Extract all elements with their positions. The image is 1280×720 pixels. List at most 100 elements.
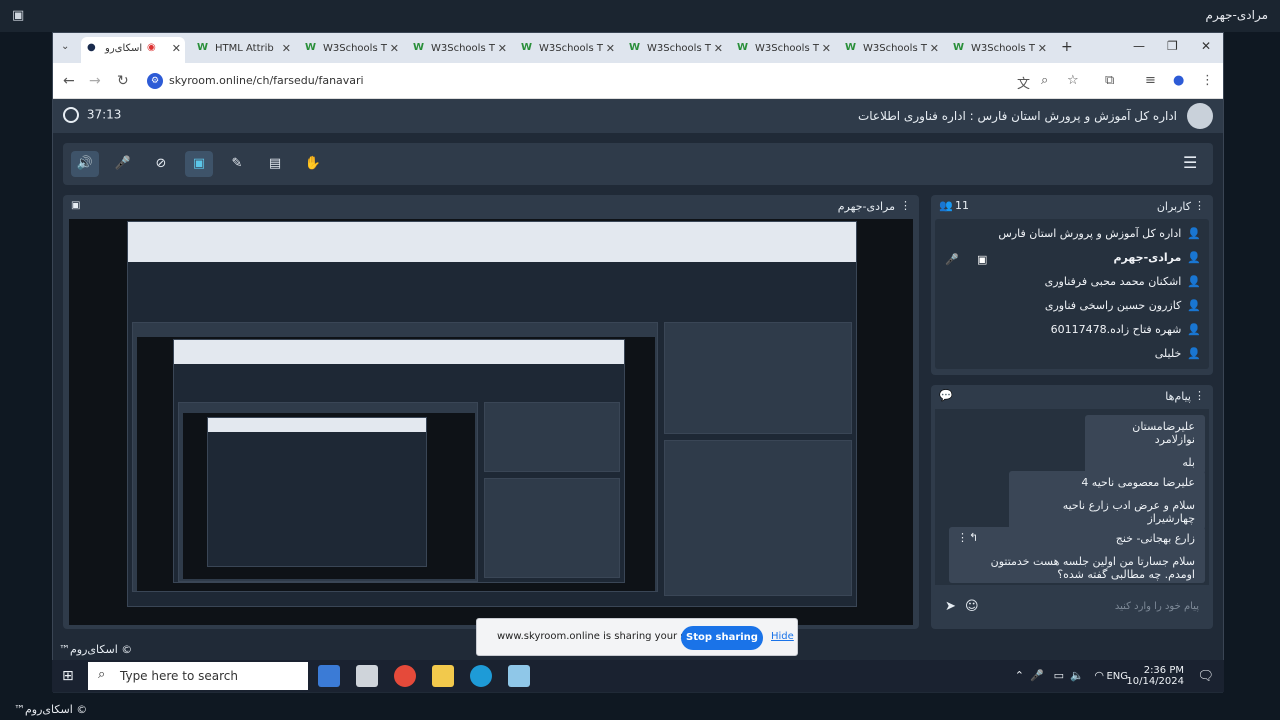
skyroom-app: 37:13 اداره کل آموزش و پرورش استان فارس … xyxy=(53,99,1223,693)
maximize-icon[interactable]: ❐ xyxy=(1167,39,1178,53)
emoji-icon[interactable]: ☺ xyxy=(965,599,979,614)
forward-icon[interactable]: → xyxy=(89,73,101,89)
skyroom-favicon-icon: ● xyxy=(87,42,96,53)
bookmark-star-icon[interactable]: ☆ xyxy=(1067,73,1079,88)
hamburger-menu-icon[interactable]: ☰ xyxy=(1183,153,1203,173)
tab-w3schools[interactable]: W W3Schools T ✕ xyxy=(299,37,403,63)
profile-icon[interactable]: ● xyxy=(1173,73,1184,88)
app-icon[interactable] xyxy=(356,665,378,687)
users-options-icon[interactable]: ⋮ xyxy=(1194,199,1205,212)
user-list: اداره کل آموزش و پرورش استان فارس 👤 مرادی… xyxy=(935,219,1209,369)
raise-hand-icon[interactable]: ✋ xyxy=(299,151,327,177)
user-icon: 👤 xyxy=(1187,227,1201,240)
tab-w3schools[interactable]: W W3Schools T ✕ xyxy=(839,37,943,63)
edge-icon[interactable] xyxy=(470,665,492,687)
tab-w3schools[interactable]: W W3Schools T ✕ xyxy=(623,37,727,63)
wifi-icon[interactable]: ◠ xyxy=(1094,669,1104,682)
message-item: ⋮ ↰ زارع بهجانی- خنج سلام جسارتا من اولی… xyxy=(949,527,1205,583)
app-icon[interactable] xyxy=(508,665,530,687)
back-icon[interactable]: ← xyxy=(63,73,75,89)
screen-share-icon[interactable]: ▣ xyxy=(185,151,213,177)
clock-display[interactable]: 2:36 PM 10/14/2024 xyxy=(1126,665,1184,687)
message-options-icon[interactable]: ⋮ xyxy=(957,531,968,544)
microphone-icon[interactable]: 🎤 xyxy=(109,151,137,177)
file-explorer-icon[interactable] xyxy=(432,665,454,687)
language-indicator[interactable]: ENG xyxy=(1106,671,1128,682)
url-field[interactable]: ⚙ skyroom.online/ch/farsedu/fanavari xyxy=(141,69,841,93)
tab-w3schools[interactable]: W W3Schools T ✕ xyxy=(515,37,619,63)
tab-w3schools[interactable]: W W3Schools T ✕ xyxy=(407,37,511,63)
recording-icon: ◉ xyxy=(147,42,156,53)
close-tab-icon[interactable]: ✕ xyxy=(282,42,291,55)
task-view-icon[interactable] xyxy=(318,665,340,687)
windows-start-icon[interactable]: ⊞ xyxy=(62,668,74,684)
messages-panel: 💬 پیام‌ها ⋮ علیرضامستان نوازلامرد بله عل… xyxy=(931,385,1213,629)
user-item[interactable]: 60117478.شهره فتاح زاده 👤 xyxy=(1051,323,1201,345)
chrome-icon[interactable] xyxy=(394,665,416,687)
w3schools-favicon-icon: W xyxy=(953,42,965,53)
close-tab-icon[interactable]: ✕ xyxy=(390,42,399,55)
network-icon[interactable]: ▭ xyxy=(1054,669,1064,682)
message-input[interactable]: ➤ ☺ پیام خود را وارد کنید xyxy=(935,591,1209,623)
user-item[interactable]: خلیلی 👤 xyxy=(1155,347,1201,369)
user-item[interactable]: کازرون حسین راسخی فناوری 👤 xyxy=(1045,299,1201,321)
close-tab-icon[interactable]: ✕ xyxy=(1038,42,1047,55)
tab-w3schools[interactable]: W W3Schools T ✕ xyxy=(731,37,835,63)
tab-html-attrib[interactable]: W HTML Attrib ✕ xyxy=(191,37,295,63)
tray-chevron-icon[interactable]: ⌃ xyxy=(1015,669,1024,682)
skyroom-brand: ™اسکای‌روم © xyxy=(59,643,133,656)
taskbar-search[interactable]: ⌕ Type here to search xyxy=(88,662,308,690)
close-tab-icon[interactable]: ✕ xyxy=(606,42,615,55)
mic-tray-icon[interactable]: 🎤 xyxy=(1030,669,1044,682)
minimize-icon[interactable]: — xyxy=(1133,39,1145,53)
camera-off-icon[interactable]: ⊘ xyxy=(147,151,175,177)
users-panel: 👥 11 کاربران ⋮ اداره کل آموزش و پرورش اس… xyxy=(931,195,1213,375)
reload-icon[interactable]: ↻ xyxy=(117,73,129,89)
users-icon: 👥 xyxy=(939,199,953,212)
nested-browser-bar xyxy=(128,222,856,262)
screen-share-icon[interactable]: ▣ xyxy=(12,8,30,24)
close-tab-icon[interactable]: ✕ xyxy=(498,42,507,55)
stage-options-icon[interactable]: ⋮ xyxy=(900,199,911,212)
user-item[interactable]: مرادی-جهرم 👤 xyxy=(1113,251,1201,273)
screen-share-stage: ▣ مرادی-جهرم ⋮ xyxy=(63,195,919,629)
search-icon: ⌕ xyxy=(98,667,106,682)
site-info-icon[interactable]: ⚙ xyxy=(147,73,163,89)
translate-icon[interactable]: 文 xyxy=(1017,73,1030,92)
user-item[interactable]: اشکنان محمد محبی فرفناوری 👤 xyxy=(1045,275,1201,297)
files-icon[interactable]: ▤ xyxy=(261,151,289,177)
close-tab-icon[interactable]: ✕ xyxy=(172,42,181,55)
zoom-icon[interactable]: ⌕ xyxy=(1041,73,1048,88)
send-icon[interactable]: ➤ xyxy=(945,599,956,614)
speaker-icon[interactable]: 🔊 xyxy=(71,151,99,177)
reply-icon[interactable]: ↰ xyxy=(969,531,978,544)
nested-capture-3 xyxy=(207,417,427,567)
user-icon: 👤 xyxy=(1187,275,1201,288)
menu-kebab-icon[interactable]: ⋮ xyxy=(1201,73,1214,88)
nested-stage-1 xyxy=(132,322,658,592)
screen-sharing-bar: www.skyroom.online is sharing your scree… xyxy=(476,618,798,656)
media-controls-icon[interactable]: ≡ xyxy=(1145,73,1156,88)
pen-icon[interactable]: ✎ xyxy=(223,151,251,177)
messages-options-icon[interactable]: ⋮ xyxy=(1194,389,1205,402)
w3schools-favicon-icon: W xyxy=(413,42,425,53)
user-item[interactable]: اداره کل آموزش و پرورش استان فارس 👤 xyxy=(998,227,1201,249)
w3schools-favicon-icon: W xyxy=(521,42,533,53)
tab-w3schools[interactable]: W W3Schools T ✕ xyxy=(947,37,1051,63)
message-list: علیرضامستان نوازلامرد بله علیرضا معصومی … xyxy=(935,409,1209,585)
extensions-icon[interactable]: ⧉ xyxy=(1105,73,1114,88)
clock-icon xyxy=(63,107,79,123)
close-tab-icon[interactable]: ✕ xyxy=(822,42,831,55)
close-window-icon[interactable]: ✕ xyxy=(1201,39,1211,53)
close-tab-icon[interactable]: ✕ xyxy=(714,42,723,55)
message-placeholder: پیام خود را وارد کنید xyxy=(1114,601,1199,612)
volume-icon[interactable]: 🔈 xyxy=(1070,669,1084,682)
tab-skyroom[interactable]: ● اسکای‌رو ◉ ✕ xyxy=(81,37,185,63)
stop-sharing-button[interactable]: Stop sharing xyxy=(681,626,763,650)
close-tab-icon[interactable]: ✕ xyxy=(930,42,939,55)
hide-link[interactable]: Hide xyxy=(771,631,794,642)
tab-list-chevron-icon[interactable]: ⌄ xyxy=(61,41,69,52)
notification-icon[interactable]: 🗨 xyxy=(1197,669,1214,684)
new-tab-icon[interactable]: + xyxy=(1061,39,1073,55)
nested-messages-2 xyxy=(484,478,620,578)
